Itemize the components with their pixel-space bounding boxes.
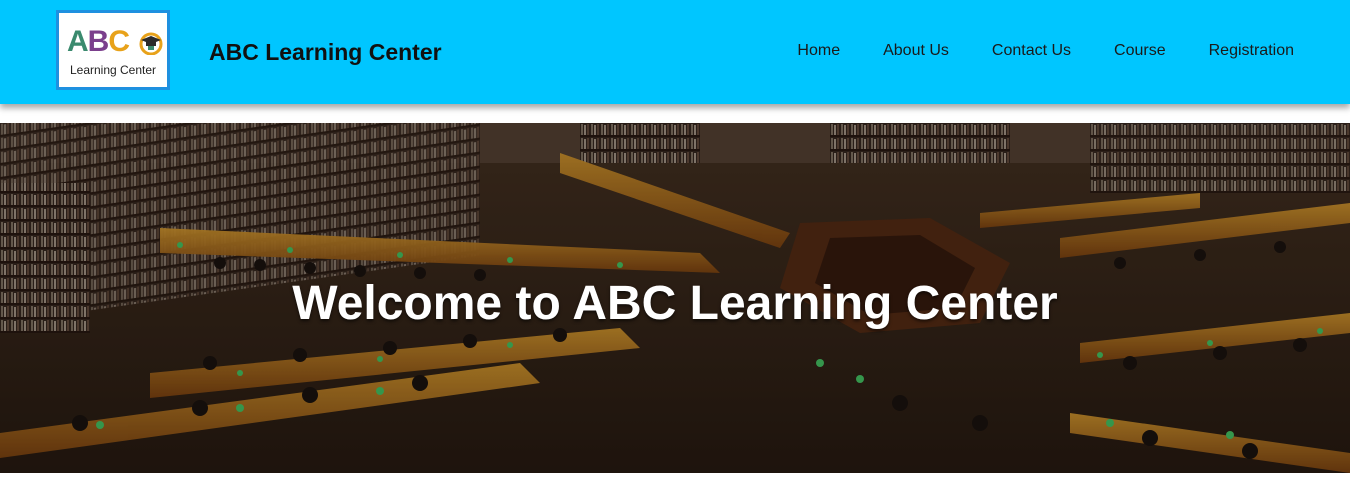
site-logo[interactable]: ABC Learning Center <box>56 10 170 90</box>
logo-subtitle: Learning Center <box>69 63 157 77</box>
main-nav: Home About Us Contact Us Course Registra… <box>797 42 1294 60</box>
logo-letter-a: A <box>67 25 89 58</box>
nav-home[interactable]: Home <box>797 42 840 60</box>
site-header: ABC Learning Center ABC Learning Center … <box>0 0 1350 104</box>
site-title: ABC Learning Center <box>209 39 442 65</box>
hero-heading: Welcome to ABC Learning Center <box>292 277 1058 330</box>
logo-letter-b: B <box>87 25 110 58</box>
nav-contact-us[interactable]: Contact Us <box>992 42 1071 60</box>
nav-about-us[interactable]: About Us <box>883 42 949 60</box>
logo-letters: ABC <box>67 25 130 58</box>
logo-letter-c: C <box>108 25 130 58</box>
nav-course[interactable]: Course <box>1114 42 1166 60</box>
graduation-cap-icon <box>139 32 163 55</box>
nav-registration[interactable]: Registration <box>1209 42 1294 60</box>
hero-banner: Welcome to ABC Learning Center <box>0 123 1350 473</box>
